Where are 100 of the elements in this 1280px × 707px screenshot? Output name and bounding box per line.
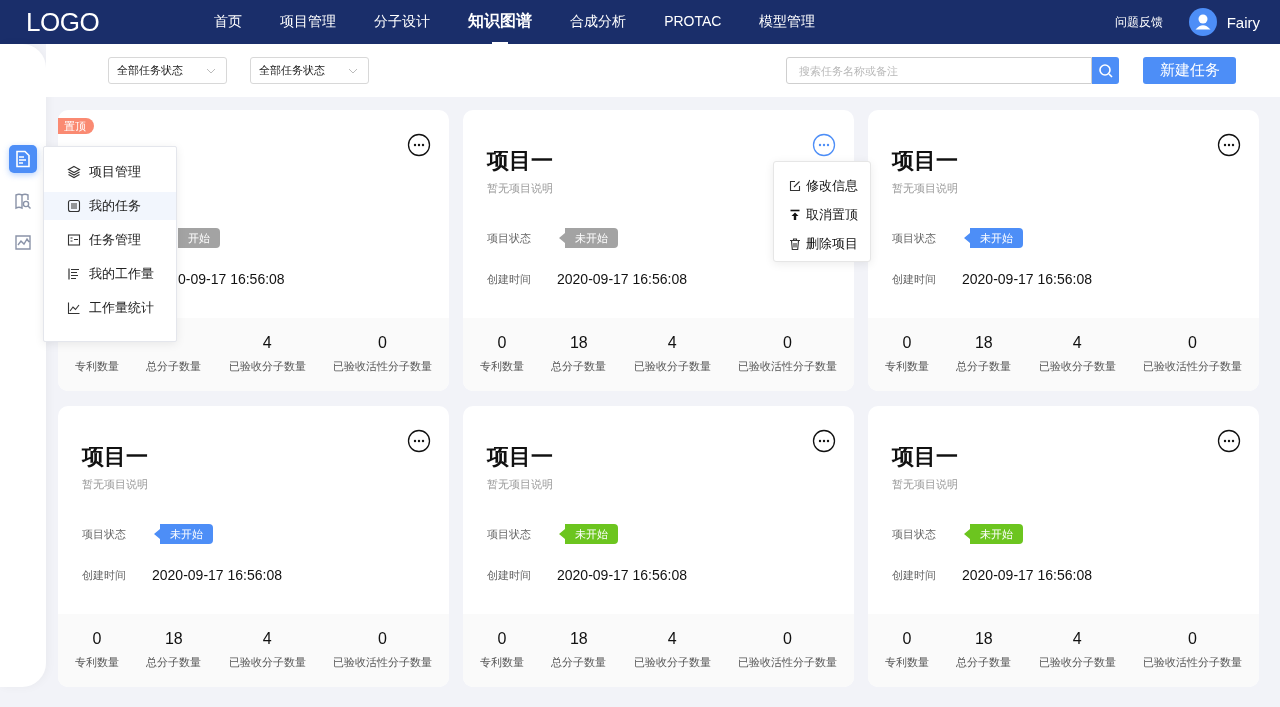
search-button[interactable] (1092, 57, 1119, 84)
status-tag: 未开始 (964, 228, 1023, 248)
stat-value: 4 (1072, 630, 1082, 648)
menu-item[interactable]: 项目管理 (44, 158, 176, 186)
created-time: 2020-09-17 16:56:08 (557, 567, 687, 583)
project-description: 暂无项目说明 (82, 476, 148, 492)
stat-label: 已验收活性分子数量 (333, 655, 432, 670)
nav-tab[interactable]: 模型管理 (740, 0, 835, 44)
nav-tab[interactable]: 合成分析 (551, 0, 646, 44)
menu-item[interactable]: 任务管理 (44, 226, 176, 254)
more-icon[interactable] (407, 133, 431, 157)
stat-label: 专利数量 (480, 359, 524, 374)
stat-label: 专利数量 (75, 655, 119, 670)
stat-label: 总分子数量 (551, 655, 607, 670)
stat-value: 0 (783, 630, 792, 648)
nav-tab[interactable]: PROTAC (645, 0, 741, 44)
bars-icon (67, 267, 81, 281)
feedback-link[interactable]: 问题反馈 (1114, 13, 1163, 31)
stat-value: 0 (497, 334, 507, 352)
stat-label: 已验收活性分子数量 (1143, 359, 1242, 374)
status-select[interactable]: 全部任务状态 (250, 57, 369, 84)
project-title: 项目一 (487, 147, 553, 175)
project-description: 暂无项目说明 (892, 476, 958, 492)
stat-label: 已验收分子数量 (633, 359, 711, 374)
stat-value: 18 (569, 334, 588, 352)
line-chart-icon (67, 301, 81, 315)
stat-label: 已验收活性分子数量 (333, 359, 432, 374)
layers-icon (67, 165, 81, 179)
stat-label: 专利数量 (480, 655, 524, 670)
status-tag: 未开始 (964, 524, 1023, 544)
stat-value: 0 (902, 630, 912, 648)
menu-item[interactable]: 取消置顶 (774, 200, 870, 229)
chart-icon (14, 234, 32, 252)
avatar-icon[interactable] (1188, 8, 1217, 36)
nav-tab[interactable]: 分子设计 (355, 0, 450, 44)
field-label: 项目状态 (892, 230, 937, 246)
nav-tab[interactable]: 知识图谱 (449, 0, 552, 44)
more-icon[interactable] (812, 429, 836, 453)
search-field[interactable]: 搜索任务名称或备注 (786, 57, 1092, 84)
stat-value: 4 (262, 334, 272, 352)
more-icon[interactable] (1217, 133, 1241, 157)
created-time: 2020-09-17 16:56:08 (152, 567, 282, 583)
field-label: 创建时间 (892, 271, 937, 287)
nav-tab[interactable]: 首页 (195, 0, 262, 44)
stat-label: 已验收分子数量 (228, 655, 306, 670)
created-time: 2020-09-17 16:56:08 (962, 271, 1092, 287)
document-icon (14, 150, 32, 168)
project-description: 暂无项目说明 (892, 180, 958, 196)
stat-label: 专利数量 (885, 655, 929, 670)
menu-item[interactable]: 修改信息 (774, 171, 870, 200)
field-label: 创建时间 (82, 567, 127, 583)
stat-label: 已验收分子数量 (228, 359, 306, 374)
more-icon[interactable] (1217, 429, 1241, 453)
pin-top-icon (789, 208, 801, 221)
pinned-badge: 置顶 (58, 118, 94, 134)
stat-value: 0 (1188, 334, 1197, 352)
book-search-icon (14, 192, 32, 210)
user-name[interactable]: Fairy (1226, 13, 1260, 31)
menu-item[interactable]: 我的工作量 (44, 260, 176, 288)
search-icon (1097, 62, 1114, 79)
stat-value: 18 (569, 630, 588, 648)
stat-value: 0 (783, 334, 792, 352)
status-tag: 未开始 (154, 524, 213, 544)
field-label: 项目状态 (487, 230, 532, 246)
project-description: 暂无项目说明 (487, 476, 553, 492)
stat-value: 4 (667, 630, 677, 648)
stat-label: 总分子数量 (146, 359, 202, 374)
project-title: 项目一 (82, 443, 148, 471)
field-label: 项目状态 (892, 526, 937, 542)
stat-value: 18 (974, 334, 993, 352)
status-tag: 开始 (178, 228, 220, 248)
field-label: 创建时间 (487, 567, 532, 583)
stat-label: 总分子数量 (956, 655, 1012, 670)
stat-value: 0 (378, 334, 387, 352)
stat-value: 0 (902, 334, 912, 352)
status-tag: 未开始 (559, 228, 618, 248)
logo[interactable]: LOGO (26, 6, 100, 38)
stat-label: 总分子数量 (956, 359, 1012, 374)
nav-tab[interactable]: 项目管理 (261, 0, 356, 44)
trash-icon (789, 237, 801, 250)
status-select[interactable]: 全部任务状态 (108, 57, 227, 84)
stat-label: 已验收活性分子数量 (738, 655, 837, 670)
project-title: 项目一 (892, 147, 958, 175)
created-time: 2020-09-17 16:56:08 (962, 567, 1092, 583)
menu-item[interactable]: 删除项目 (774, 229, 870, 258)
stat-value: 4 (262, 630, 272, 648)
stat-value: 0 (1188, 630, 1197, 648)
stat-label: 已验收活性分子数量 (738, 359, 837, 374)
field-label: 项目状态 (82, 526, 127, 542)
stat-label: 总分子数量 (551, 359, 607, 374)
list-icon (67, 199, 81, 213)
menu-item[interactable]: 我的任务 (44, 192, 176, 220)
menu-item[interactable]: 工作量统计 (44, 294, 176, 322)
stat-value: 0 (497, 630, 507, 648)
field-label: 项目状态 (487, 526, 532, 542)
more-icon[interactable] (407, 429, 431, 453)
stat-label: 专利数量 (885, 359, 929, 374)
project-description: 暂无项目说明 (487, 180, 553, 196)
stat-value: 18 (974, 630, 993, 648)
sidebar-button[interactable] (9, 145, 37, 173)
